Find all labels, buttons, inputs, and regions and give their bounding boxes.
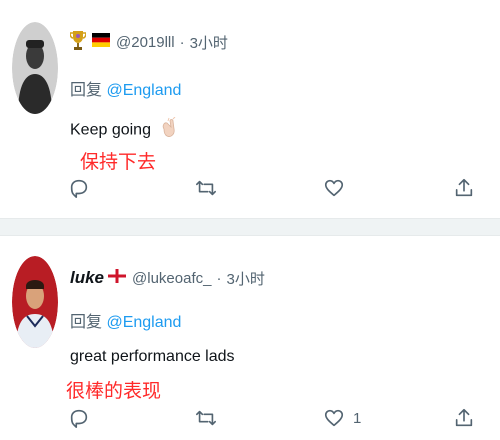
tweet-text: Keep going [70, 116, 180, 144]
replying-to: 回复 @England [70, 76, 181, 100]
tweet-divider [0, 218, 500, 236]
reply-icon [70, 179, 88, 198]
user-handle[interactable]: @2019lll [116, 34, 175, 51]
tweet[interactable]: luke @lukeoafc_ · 3小时 回复 @England great … [0, 236, 500, 440]
tweet-text-content: Keep going [70, 121, 151, 139]
display-name[interactable]: luke [70, 268, 104, 288]
mention-link[interactable]: @England [106, 314, 181, 331]
avatar[interactable] [12, 256, 58, 348]
tweet-header: @2019lll · 3小时 [69, 30, 228, 54]
reply-button[interactable] [68, 174, 90, 202]
separator-dot: · [179, 33, 185, 51]
tweet-header: luke @lukeoafc_ · 3小时 [70, 266, 265, 290]
timestamp[interactable]: 3小时 [226, 268, 264, 289]
share-button[interactable] [453, 174, 475, 202]
like-button[interactable]: 1 [323, 404, 361, 432]
mention-link[interactable]: @England [106, 82, 181, 99]
retweet-button[interactable] [195, 404, 217, 432]
tweet-text: great performance lads [70, 348, 235, 365]
reply-icon [70, 409, 88, 428]
share-button[interactable] [453, 404, 475, 432]
tweet[interactable]: @2019lll · 3小时 回复 @England Keep going 保持… [0, 0, 500, 218]
user-handle[interactable]: @lukeoafc_ [132, 270, 211, 287]
trophy-icon [69, 30, 87, 54]
translation-text: 保持下去 [80, 152, 157, 173]
reply-prefix: 回复 [70, 314, 103, 331]
like-button[interactable] [323, 174, 353, 202]
retweet-icon [196, 410, 216, 426]
avatar-image [12, 22, 58, 114]
like-icon [324, 409, 344, 427]
avatar-image [12, 256, 58, 348]
share-icon [455, 408, 473, 427]
share-icon [455, 178, 473, 197]
clapping-hands-icon [158, 116, 180, 144]
reply-prefix: 回复 [70, 82, 103, 99]
retweet-icon [196, 180, 216, 196]
translation-text: 很棒的表现 [66, 381, 162, 402]
avatar[interactable] [12, 22, 58, 114]
action-bar: 1 [0, 404, 500, 432]
reply-button[interactable] [68, 404, 90, 432]
separator-dot: · [216, 269, 222, 287]
england-flag-icon [108, 269, 127, 287]
timestamp[interactable]: 3小时 [190, 32, 228, 53]
retweet-button[interactable] [195, 174, 217, 202]
germany-flag-icon [92, 33, 110, 51]
like-count: 1 [353, 409, 362, 427]
replying-to: 回复 @England [70, 308, 181, 332]
action-bar [0, 174, 500, 202]
like-icon [324, 179, 344, 197]
